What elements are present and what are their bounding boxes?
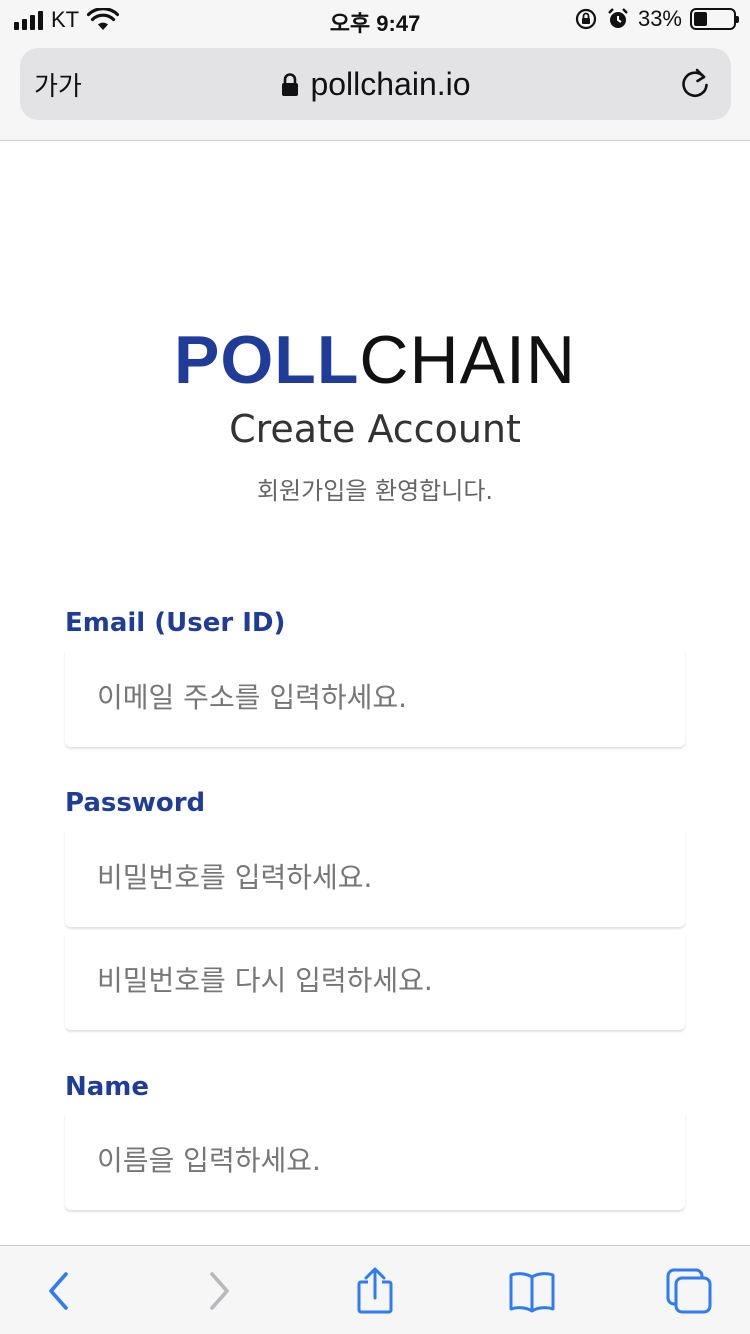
orientation-lock-icon bbox=[575, 8, 597, 30]
email-field[interactable] bbox=[65, 647, 685, 747]
bookmarks-icon bbox=[509, 1272, 555, 1313]
email-field-container bbox=[65, 647, 685, 747]
password-field[interactable] bbox=[65, 827, 685, 927]
lock-icon bbox=[282, 72, 299, 96]
tabs-button[interactable] bbox=[664, 1266, 714, 1316]
back-button[interactable] bbox=[34, 1266, 84, 1316]
page-content: POLLCHAIN Create Account 회원가입을 환영합니다. Em… bbox=[0, 141, 750, 1245]
back-icon bbox=[49, 1272, 68, 1310]
pollchain-logo: POLLCHAIN bbox=[0, 321, 750, 399]
share-icon bbox=[357, 1267, 393, 1314]
reload-icon[interactable] bbox=[677, 65, 713, 101]
forward-button[interactable] bbox=[194, 1266, 244, 1316]
password-field-container bbox=[65, 827, 685, 927]
password-confirm-field[interactable] bbox=[65, 930, 685, 1030]
bottom-toolbar bbox=[0, 1245, 750, 1334]
page-title: Create Account bbox=[229, 407, 521, 451]
name-label: Name bbox=[65, 1072, 150, 1102]
browser-header: 가가 pollchain.io bbox=[0, 40, 750, 141]
url-text: pollchain.io bbox=[310, 66, 471, 102]
battery-percent: 33% bbox=[637, 6, 682, 31]
name-field[interactable] bbox=[65, 1110, 685, 1210]
password-label: Password bbox=[65, 788, 206, 818]
status-bar: KT 오후 9:47 33% bbox=[0, 0, 750, 40]
battery-icon bbox=[690, 8, 739, 30]
password-confirm-field-container bbox=[65, 930, 685, 1030]
email-label: Email (User ID) bbox=[65, 608, 286, 638]
page-subtitle: 회원가입을 환영합니다. bbox=[256, 477, 494, 505]
url-display[interactable]: pollchain.io bbox=[20, 66, 731, 103]
address-bar[interactable]: 가가 pollchain.io bbox=[20, 48, 731, 120]
tabs-icon bbox=[666, 1268, 712, 1314]
bookmarks-button[interactable] bbox=[507, 1266, 557, 1316]
name-field-container bbox=[65, 1110, 685, 1210]
share-button[interactable] bbox=[350, 1266, 400, 1316]
logo-chain: CHAIN bbox=[359, 322, 576, 398]
alarm-icon bbox=[608, 8, 628, 28]
status-bar-right: 33% bbox=[574, 6, 739, 32]
logo-poll: POLL bbox=[174, 322, 360, 398]
forward-icon bbox=[210, 1272, 229, 1310]
